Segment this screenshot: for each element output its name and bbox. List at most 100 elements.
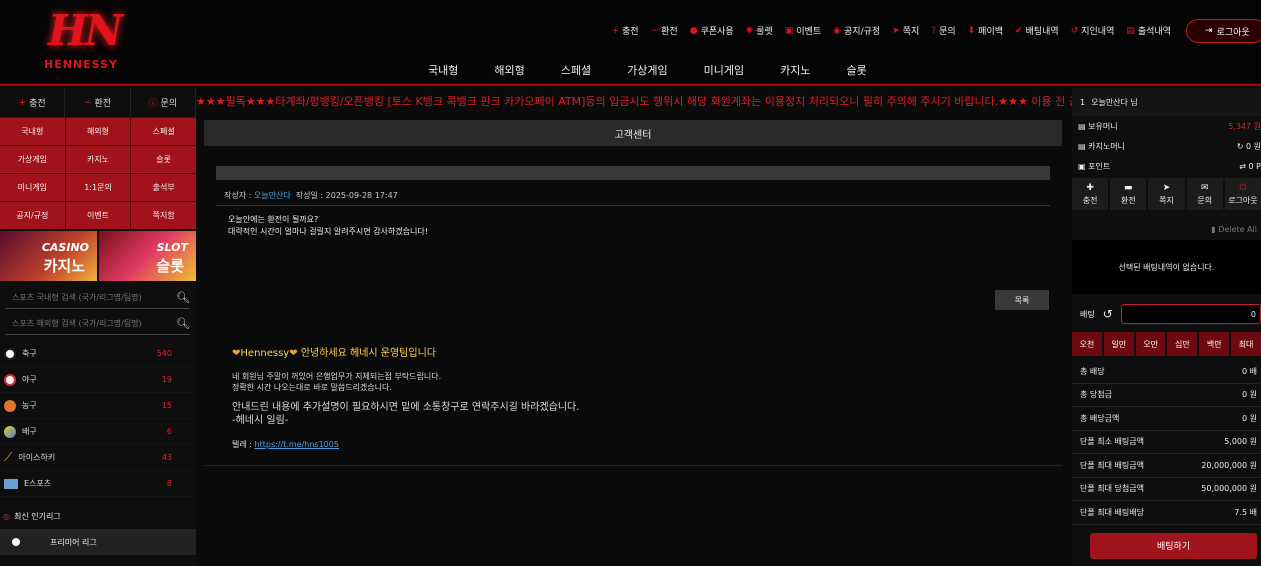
top-menu-message[interactable]: ➤ 쪽지 xyxy=(892,24,919,38)
notice-marquee: ★★★필독★★★타계좌/펑뱅킹/오픈뱅킹 [토스 K뱅크 콕뱅크 핀크 카카오페… xyxy=(196,90,1072,114)
grid-item-mini[interactable]: 미니게임 xyxy=(0,174,65,201)
banner-subtitle: 슬롯 xyxy=(156,257,184,275)
place-bet-button[interactable]: 배팅하기 xyxy=(1090,532,1257,559)
quick-buttons: + 충전 − 환전 ⓘ 문의 xyxy=(0,88,196,118)
search-overseas[interactable]: 스포츠 해외형 검색 (국가/리그명/팀명) 🔍︎ xyxy=(6,313,190,335)
chip-100000[interactable]: 십만 xyxy=(1167,332,1198,356)
bet-amount-row: 배팅 ↺ 0 xyxy=(1072,302,1261,326)
logout-button[interactable]: ⏻ 로그아웃 xyxy=(1224,178,1261,210)
balance-label: 포인트 xyxy=(1088,161,1111,171)
slot-banner[interactable]: SLOT 슬롯 xyxy=(99,231,196,281)
grid-item-inquiry[interactable]: 1:1문의 xyxy=(65,174,131,201)
balance-value: 0 P xyxy=(1248,161,1261,171)
send-icon: ➤ xyxy=(892,25,900,36)
grid-item-casino[interactable]: 카지노 xyxy=(65,146,131,173)
chip-10000[interactable]: 일만 xyxy=(1103,332,1134,356)
author-name: 오늘만산다 xyxy=(253,191,291,200)
soccer-icon xyxy=(10,536,22,548)
top-menu-referral[interactable]: ↺ 지인내역 xyxy=(1071,24,1115,38)
search-input[interactable]: 스포츠 해외형 검색 (국가/리그명/팀명) xyxy=(12,318,142,329)
message-button[interactable]: ➤ 쪽지 xyxy=(1148,178,1185,210)
sport-item-soccer[interactable]: 축구 540 xyxy=(0,341,196,367)
username: 오늘만산다 님 xyxy=(1091,97,1138,107)
author-label: 작성자 : xyxy=(224,191,252,200)
inquiry-button[interactable]: ✉ 문의 xyxy=(1186,178,1223,210)
grid-item-notice[interactable]: 공지/규정 xyxy=(0,202,65,229)
stat-row: 총 배당금액 0 원 xyxy=(1072,407,1261,431)
sport-item-icehockey[interactable]: ⟋ 아이스하키 43 xyxy=(0,445,196,471)
bet-amount-input[interactable]: 0 xyxy=(1120,304,1261,324)
minus-icon: − xyxy=(83,97,92,108)
refresh-icon[interactable]: ↻ xyxy=(1237,142,1244,151)
chip-50000[interactable]: 오만 xyxy=(1135,332,1166,356)
sport-name: 배구 xyxy=(22,427,37,436)
withdraw-button[interactable]: ▬ 환전 xyxy=(1110,178,1147,210)
grid-item-attendance[interactable]: 출석부 xyxy=(131,174,196,201)
stat-value: 20,000,000 원 xyxy=(1201,460,1257,470)
nav-mini[interactable]: 미니게임 xyxy=(704,62,744,78)
nav-special[interactable]: 스페셜 xyxy=(561,62,591,78)
nav-overseas[interactable]: 해외형 xyxy=(494,62,524,78)
search-domestic[interactable]: 스포츠 국내형 검색 (국가/리그명/팀명) 🔍︎ xyxy=(6,287,190,309)
top-menu-attendance[interactable]: ▤ 출석내역 xyxy=(1126,24,1171,38)
top-menu-withdraw[interactable]: − 환전 xyxy=(651,24,678,38)
top-menu-inquiry[interactable]: ? 문의 xyxy=(931,24,955,38)
top-menu-event[interactable]: ▣ 이벤트 xyxy=(785,24,821,38)
charge-button[interactable]: + 충전 xyxy=(0,88,66,117)
top-menu-payback[interactable]: ⬇ 페이백 xyxy=(968,24,1003,38)
logo[interactable]: HN HENNESSY xyxy=(42,6,128,74)
search-input[interactable]: 스포츠 국내형 검색 (국가/리그명/팀명) xyxy=(12,292,142,303)
sport-item-esports[interactable]: E스포츠 8 xyxy=(0,471,196,497)
sport-count: 8 xyxy=(166,479,172,488)
logout-button[interactable]: ⇥ 로그아웃 xyxy=(1186,19,1261,43)
league-item[interactable]: 프리미어 리그 xyxy=(0,529,196,555)
sport-item-baseball[interactable]: 야구 19 xyxy=(0,367,196,393)
top-menu-bet-history[interactable]: ✔ 배팅내역 xyxy=(1015,24,1059,38)
nav-domestic[interactable]: 국내형 xyxy=(428,62,458,78)
chip-1000000[interactable]: 백만 xyxy=(1199,332,1230,356)
sport-item-volleyball[interactable]: 배구 6 xyxy=(0,419,196,445)
search-icon[interactable]: 🔍︎ xyxy=(176,291,190,304)
chip-max[interactable]: 최대 xyxy=(1231,332,1261,356)
page-title: 고객센터 xyxy=(204,120,1062,146)
telegram-link[interactable]: https://t.me/hns1005 xyxy=(255,440,339,449)
top-menu-coupon[interactable]: ● 쿠폰사용 xyxy=(690,24,734,38)
inquiry-button[interactable]: ⓘ 문의 xyxy=(131,88,196,117)
stat-value: 7.5 배 xyxy=(1234,507,1257,517)
balance-label: 카지노머니 xyxy=(1088,141,1125,151)
delete-all-button[interactable]: ▮ Delete All xyxy=(1072,220,1261,238)
top-menu-roulette[interactable]: ✺ 룰렛 xyxy=(746,24,773,38)
reset-icon[interactable]: ↺ xyxy=(1103,307,1113,321)
banners: CASINO 카지노 SLOT 슬롯 xyxy=(0,229,196,283)
sports-list: 축구 540 야구 19 농구 15 배구 6 ⟋ 아이스하키 43 E스포츠 8 xyxy=(0,341,196,497)
logo-mark: HN xyxy=(48,6,123,55)
nav-casino[interactable]: 카지노 xyxy=(780,62,810,78)
search-icon[interactable]: 🔍︎ xyxy=(176,317,190,330)
nav-virtual[interactable]: 가상게임 xyxy=(627,62,667,78)
grid-item-overseas[interactable]: 해외형 xyxy=(65,118,131,145)
money-icon: ▤ xyxy=(1078,141,1086,151)
baseball-icon xyxy=(4,373,16,386)
grid-item-messages[interactable]: 쪽지함 xyxy=(131,202,196,229)
chip-5000[interactable]: 오천 xyxy=(1072,332,1102,356)
heart-icon: ❤ xyxy=(289,348,298,359)
withdraw-button[interactable]: − 환전 xyxy=(65,88,131,117)
grid-item-special[interactable]: 스페셜 xyxy=(131,118,196,145)
fire-icon: ◎ xyxy=(3,511,10,521)
leagues-title: 최신 인기리그 xyxy=(13,511,61,521)
top-menu-label: 쿠폰사용 xyxy=(700,27,734,37)
grid-item-slot[interactable]: 슬롯 xyxy=(131,146,196,173)
list-button[interactable]: 목록 xyxy=(995,290,1049,310)
grid-item-event[interactable]: 이벤트 xyxy=(65,202,131,229)
grid-item-domestic[interactable]: 국내형 xyxy=(0,118,65,145)
exchange-icon[interactable]: ⇄ xyxy=(1239,162,1246,171)
casino-banner[interactable]: CASINO 카지노 xyxy=(0,231,97,281)
charge-button[interactable]: ✚ 충전 xyxy=(1072,178,1109,210)
grid-item-virtual[interactable]: 가상게임 xyxy=(0,146,65,173)
balance-row: ▤ 보유머니 5,347 원 xyxy=(1072,116,1261,136)
top-menu-notice[interactable]: ◉ 공지/규정 xyxy=(833,24,880,38)
sport-item-basketball[interactable]: 농구 15 xyxy=(0,393,196,419)
top-menu-charge[interactable]: + 충전 xyxy=(611,24,638,38)
nav-slot[interactable]: 슬롯 xyxy=(846,62,866,78)
point-row: ▣ 포인트 ⇄ 0 P xyxy=(1072,156,1261,176)
